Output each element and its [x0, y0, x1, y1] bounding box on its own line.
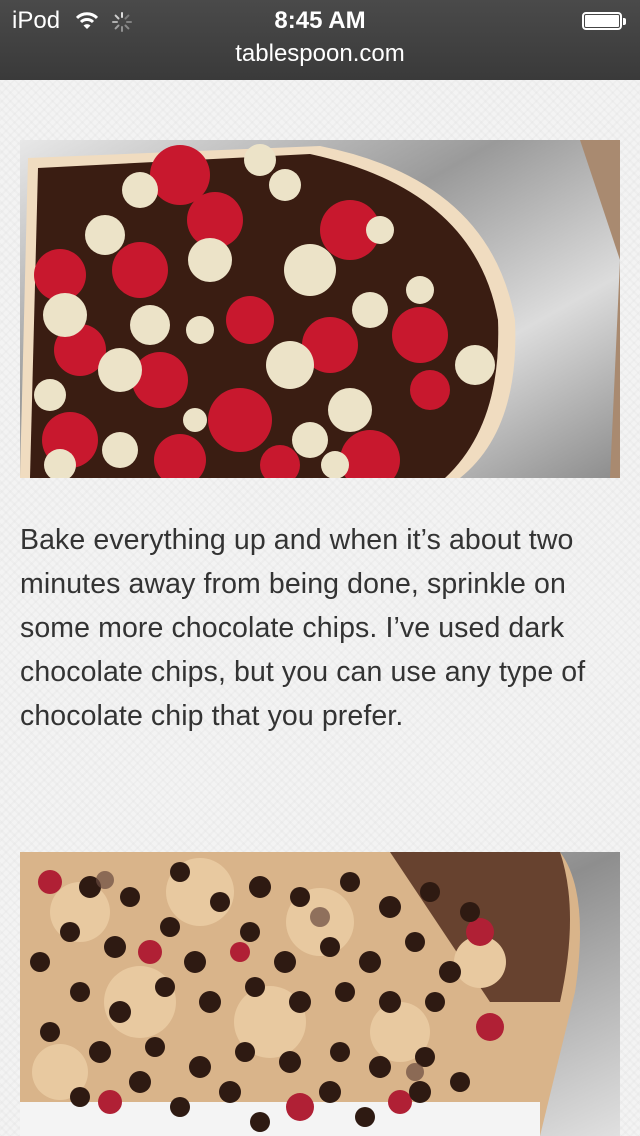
address-bar[interactable]: tablespoon.com — [0, 40, 640, 68]
clock: 8:45 AM — [274, 7, 366, 34]
raspberry-crumble-photo — [20, 140, 620, 478]
chocolate-chip-bars-photo — [20, 852, 620, 1136]
status-row: iPod 8:45 AM — [0, 6, 640, 38]
article-paragraph: Bake everything up and when it’s about t… — [20, 524, 586, 732]
article-content[interactable]: Bake everything up and when it’s about t… — [0, 80, 640, 1136]
battery-icon — [582, 12, 628, 32]
status-bar: iPod 8:45 AM tablespoon.com — [0, 0, 640, 80]
